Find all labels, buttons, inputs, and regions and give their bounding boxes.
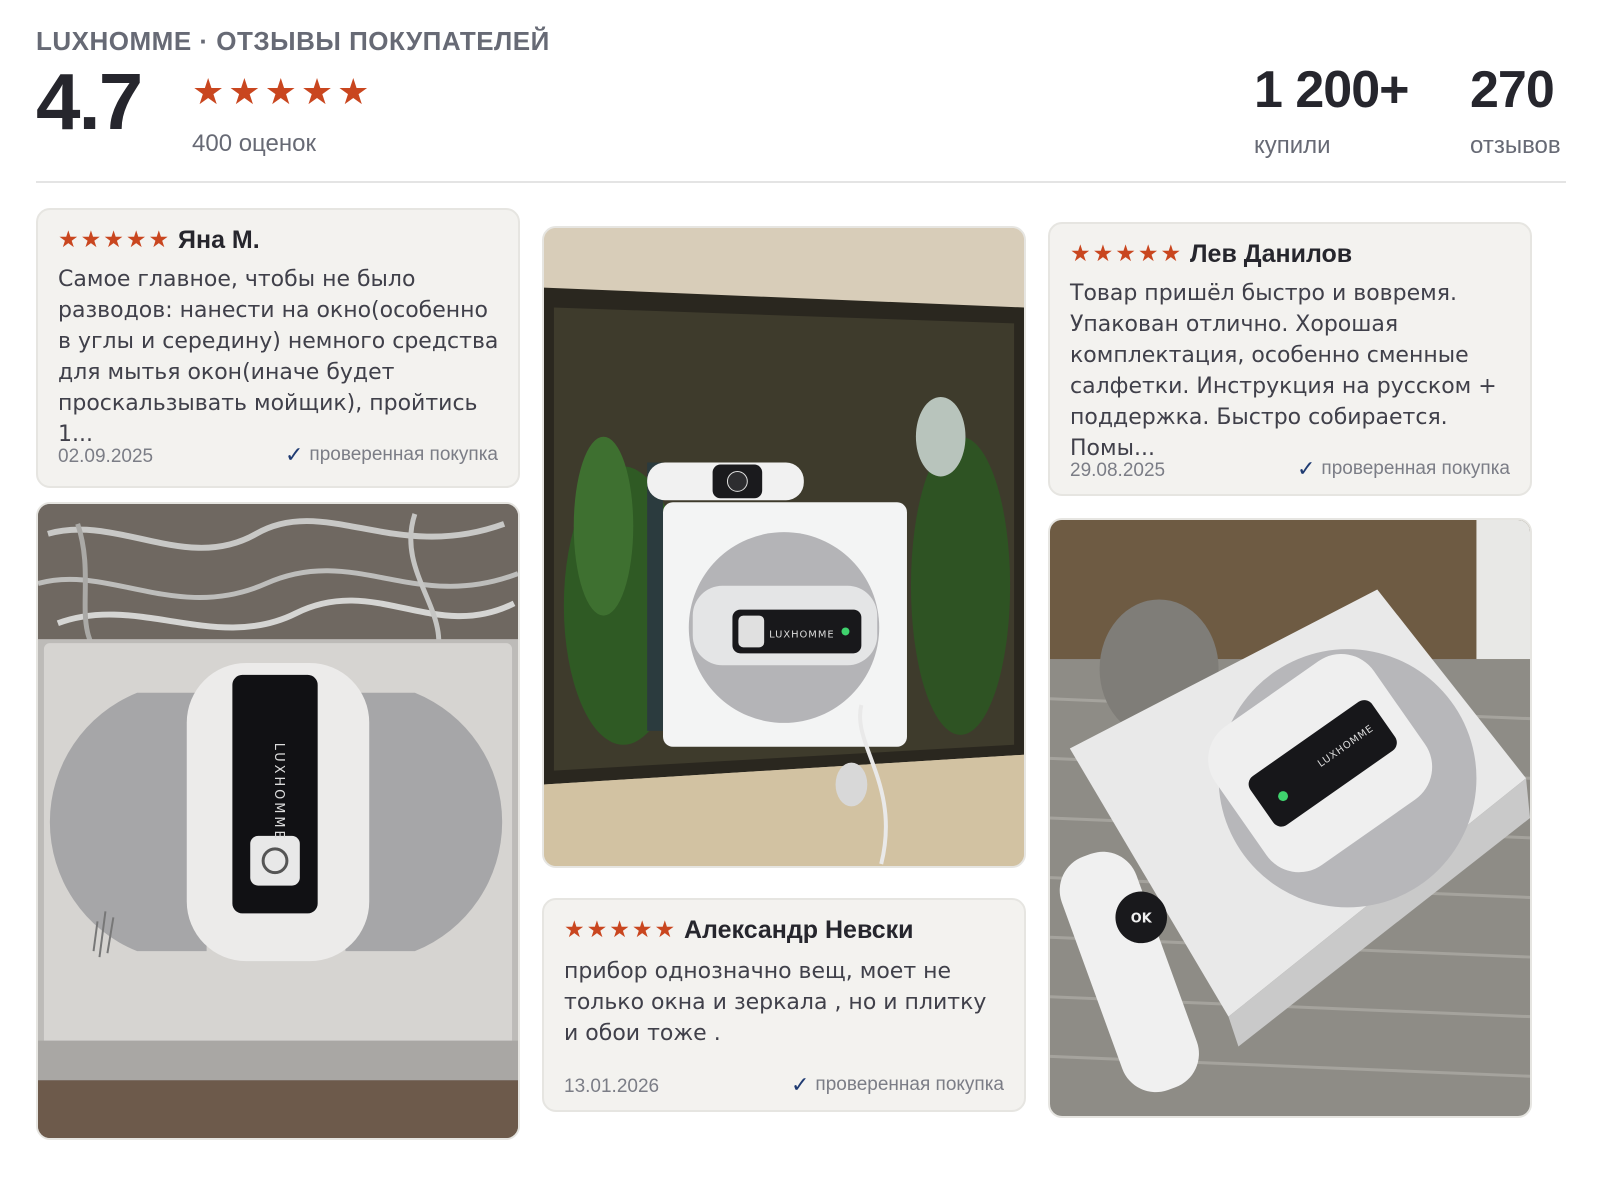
verified-label: проверенная покупка [1321,458,1510,479]
star-icon: ★ [58,226,79,252]
aquarium-robot-logo: LUXHOMME [769,629,835,640]
stat-reviews-label: отзывов [1470,132,1561,159]
review-photo-robot-remote[interactable]: LUXHOMME OK [1048,518,1532,1118]
star-icon: ★ [586,916,608,942]
star-icon: ★ [80,226,102,252]
review-text: Товар пришёл быстро и вовремя. Упакован … [1070,281,1497,461]
review-author: Лев Данилов [1190,240,1353,268]
star-icon: ★ [103,226,124,252]
rating-stars: ★ ★ ★ ★ ★ [192,74,369,110]
stat-reviews: 270 отзывов [1470,64,1561,160]
check-icon: ✓ [284,442,304,467]
remote-ok-label: OK [1131,911,1153,926]
review-stars: ★ ★ ★ ★ ★ [564,918,675,941]
review-photo-robot-top[interactable]: LUXHOMME [36,502,520,1140]
star-icon: ★ [564,916,585,942]
review-date: 02.09.2025 [58,446,154,467]
verified-badge: ✓ проверенная покупка [791,1072,1004,1098]
verified-label: проверенная покупка [309,444,498,465]
star-icon: ★ [1115,240,1136,266]
check-icon: ✓ [1296,456,1316,481]
review-stars: ★ ★ ★ ★ ★ [1070,242,1181,265]
review-photo-robot-aquarium[interactable]: LUXHOMME [542,226,1026,868]
stat-bought-value: 1 200+ [1254,61,1409,119]
verified-label: проверенная покупка [815,1074,1004,1095]
stat-bought-label: купили [1254,132,1331,159]
review-text: прибор однозначно вещ, моет не только ок… [564,959,987,1046]
review-stars: ★ ★ ★ ★ ★ [58,228,169,251]
brand-title: LUXHOMME · ОТЗЫВЫ ПОКУПАТЕЛЕЙ [36,26,550,56]
review-card-alexander[interactable]: ★ ★ ★ ★ ★ Александр Невски прибор однозн… [542,898,1026,1112]
star-icon: ★ [264,71,297,112]
star-icon: ★ [192,71,225,112]
ratings-count: 400 оценок [192,130,316,157]
verified-badge: ✓ проверенная покупка [1297,456,1510,482]
star-icon: ★ [125,226,147,252]
verified-badge: ✓ проверенная покупка [285,442,498,468]
star-icon: ★ [1137,240,1159,266]
header-divider [36,181,1566,183]
star-icon: ★ [337,71,370,112]
review-date: 29.08.2025 [1070,460,1166,481]
review-author: Яна М. [178,226,260,254]
review-card-lev[interactable]: ★ ★ ★ ★ ★ Лев Данилов Товар пришёл быстр… [1048,222,1532,496]
stat-reviews-value: 270 [1470,61,1555,119]
robot-logo-text: LUXHOMME [271,743,286,842]
review-date: 13.01.2026 [564,1076,660,1097]
star-icon: ★ [609,916,630,942]
star-icon: ★ [1160,240,1182,266]
star-icon: ★ [631,916,653,942]
star-icon: ★ [228,71,261,112]
star-icon: ★ [1070,240,1091,266]
remote-photo-illustration: LUXHOMME OK [1050,520,1530,1116]
star-icon: ★ [1092,240,1114,266]
aquarium-photo-illustration: LUXHOMME [544,228,1024,866]
robot-photo-illustration: LUXHOMME [38,504,518,1138]
star-icon: ★ [300,71,334,112]
star-icon: ★ [148,226,170,252]
stat-bought: 1 200+ купили [1254,64,1409,160]
review-author: Александр Невски [684,916,914,944]
average-score: 4.7 [36,57,143,146]
check-icon: ✓ [790,1072,810,1097]
review-card-yana[interactable]: ★ ★ ★ ★ ★ Яна М. Самое главное, чтобы не… [36,208,520,488]
star-icon: ★ [654,916,676,942]
review-text: Самое главное, чтобы не было разводов: н… [58,267,499,447]
